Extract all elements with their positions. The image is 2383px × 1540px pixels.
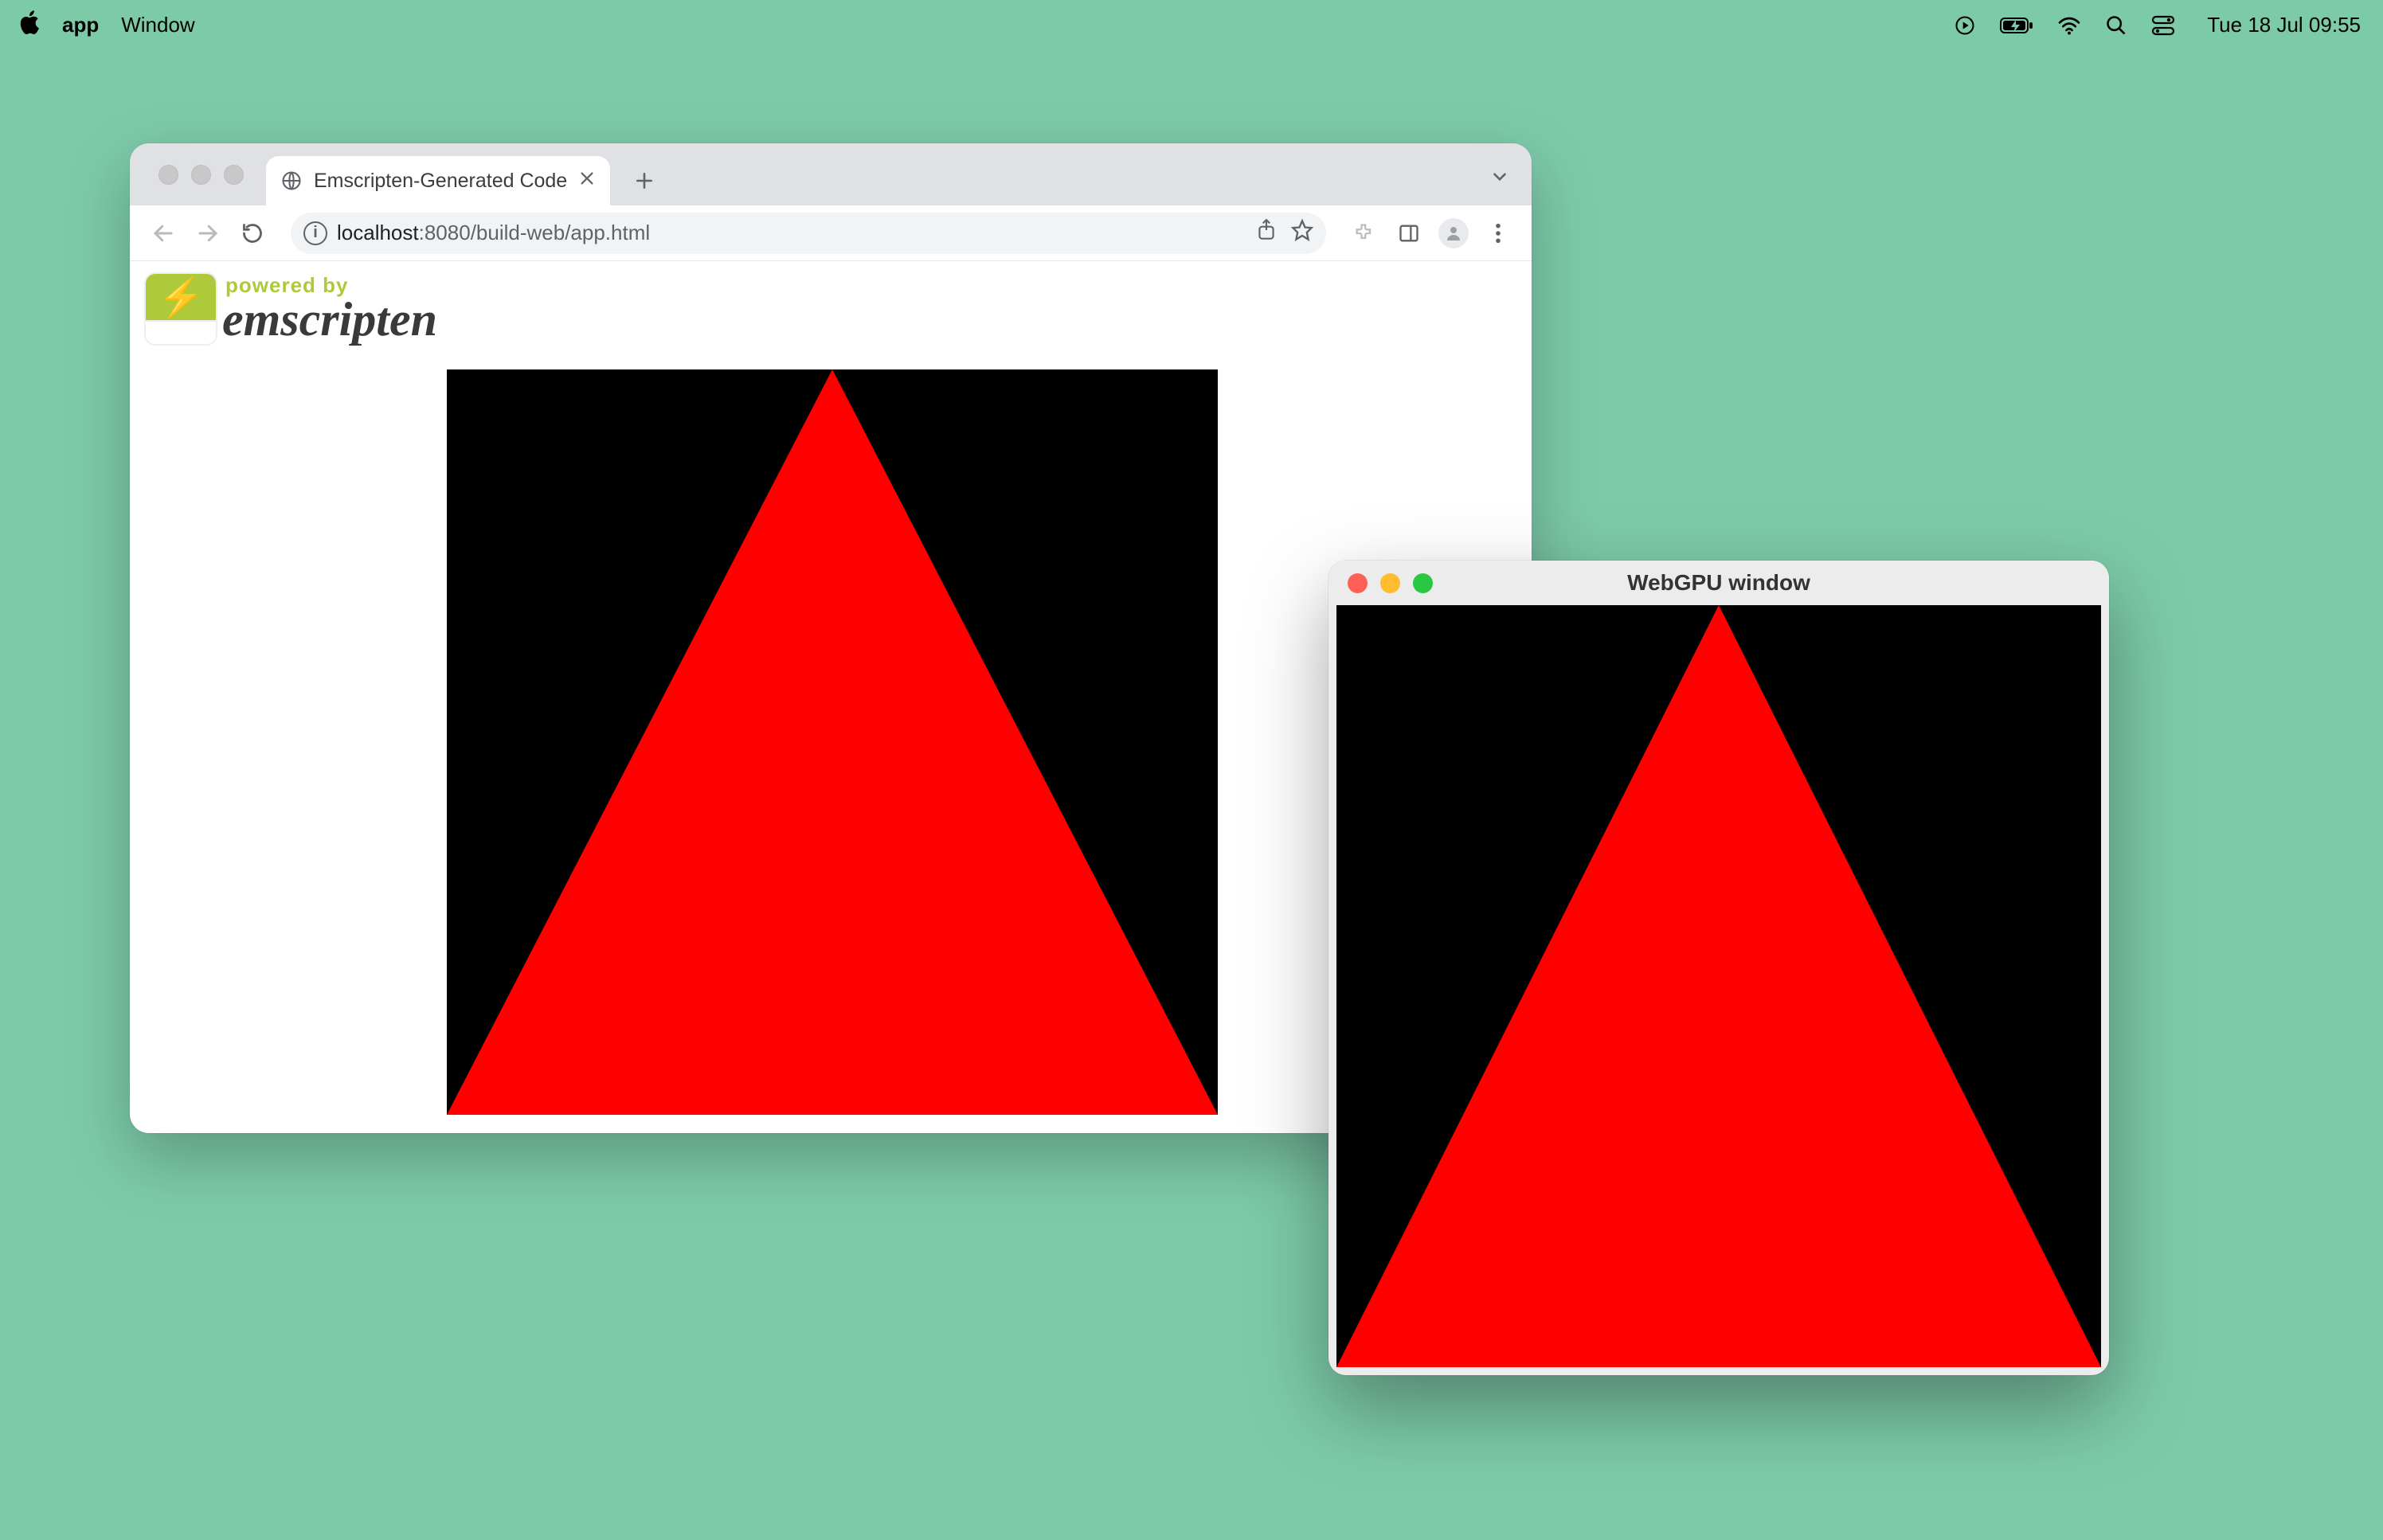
page-content: ⚡ powered by emscripten (130, 261, 1532, 1115)
traffic-close-icon[interactable] (158, 165, 178, 185)
native-window-title: WebGPU window (1328, 570, 2109, 596)
native-window: WebGPU window (1328, 561, 2109, 1375)
emscripten-wordmark: emscripten (221, 295, 437, 343)
traffic-minimize-icon[interactable] (1380, 573, 1400, 593)
wifi-icon[interactable] (2057, 16, 2081, 35)
address-bar[interactable]: i localhost:8080/build-web/app.html (291, 213, 1326, 254)
apple-menu-icon[interactable] (19, 10, 40, 41)
red-triangle-icon (1336, 605, 2101, 1367)
battery-icon[interactable] (2000, 16, 2033, 35)
profile-avatar[interactable] (1436, 216, 1471, 251)
native-webgpu-canvas[interactable] (1336, 605, 2101, 1367)
share-icon[interactable] (1256, 218, 1277, 248)
nav-reload-button[interactable] (235, 216, 270, 251)
traffic-minimize-icon[interactable] (191, 165, 211, 185)
webgpu-canvas[interactable] (447, 369, 1218, 1115)
url-text: localhost:8080/build-web/app.html (337, 221, 650, 245)
new-tab-button[interactable] (624, 161, 664, 201)
nav-back-button[interactable] (146, 216, 181, 251)
active-app-name[interactable]: app (62, 13, 99, 37)
nav-forward-button[interactable] (190, 216, 225, 251)
native-titlebar[interactable]: WebGPU window (1328, 561, 2109, 605)
browser-window: Emscripten-Generated Code i localhost:80… (130, 143, 1532, 1133)
tab-favicon-globe-icon (280, 170, 303, 192)
menubar-clock[interactable]: Tue 18 Jul 09:55 (2207, 13, 2361, 37)
site-info-icon[interactable]: i (303, 221, 327, 245)
native-window-controls (1328, 573, 1433, 593)
spotlight-icon[interactable] (2105, 14, 2127, 37)
traffic-zoom-icon[interactable] (224, 165, 244, 185)
macos-menubar: app Window Tue 18 Jul 09:55 (0, 0, 2383, 50)
traffic-close-icon[interactable] (1348, 573, 1368, 593)
red-triangle-icon (447, 369, 1218, 1115)
menu-window[interactable]: Window (121, 13, 194, 37)
control-center-icon[interactable] (2151, 15, 2175, 36)
emscripten-badge-icon: ⚡ (144, 272, 217, 346)
tab-close-icon[interactable] (578, 170, 596, 193)
tab-strip: Emscripten-Generated Code (130, 143, 1532, 205)
bookmark-star-icon[interactable] (1291, 219, 1313, 247)
kebab-menu-icon[interactable] (1481, 216, 1516, 251)
window-controls (144, 143, 258, 205)
tab-search-button[interactable] (1484, 161, 1516, 193)
traffic-zoom-icon[interactable] (1413, 573, 1433, 593)
tab-title: Emscripten-Generated Code (314, 170, 567, 193)
extensions-icon[interactable] (1347, 216, 1382, 251)
browser-tab[interactable]: Emscripten-Generated Code (266, 156, 610, 205)
screen-record-icon[interactable] (1954, 14, 1976, 37)
browser-toolbar: i localhost:8080/build-web/app.html (130, 205, 1532, 261)
emscripten-logo: ⚡ powered by emscripten (144, 272, 1532, 346)
side-panel-icon[interactable] (1391, 216, 1426, 251)
